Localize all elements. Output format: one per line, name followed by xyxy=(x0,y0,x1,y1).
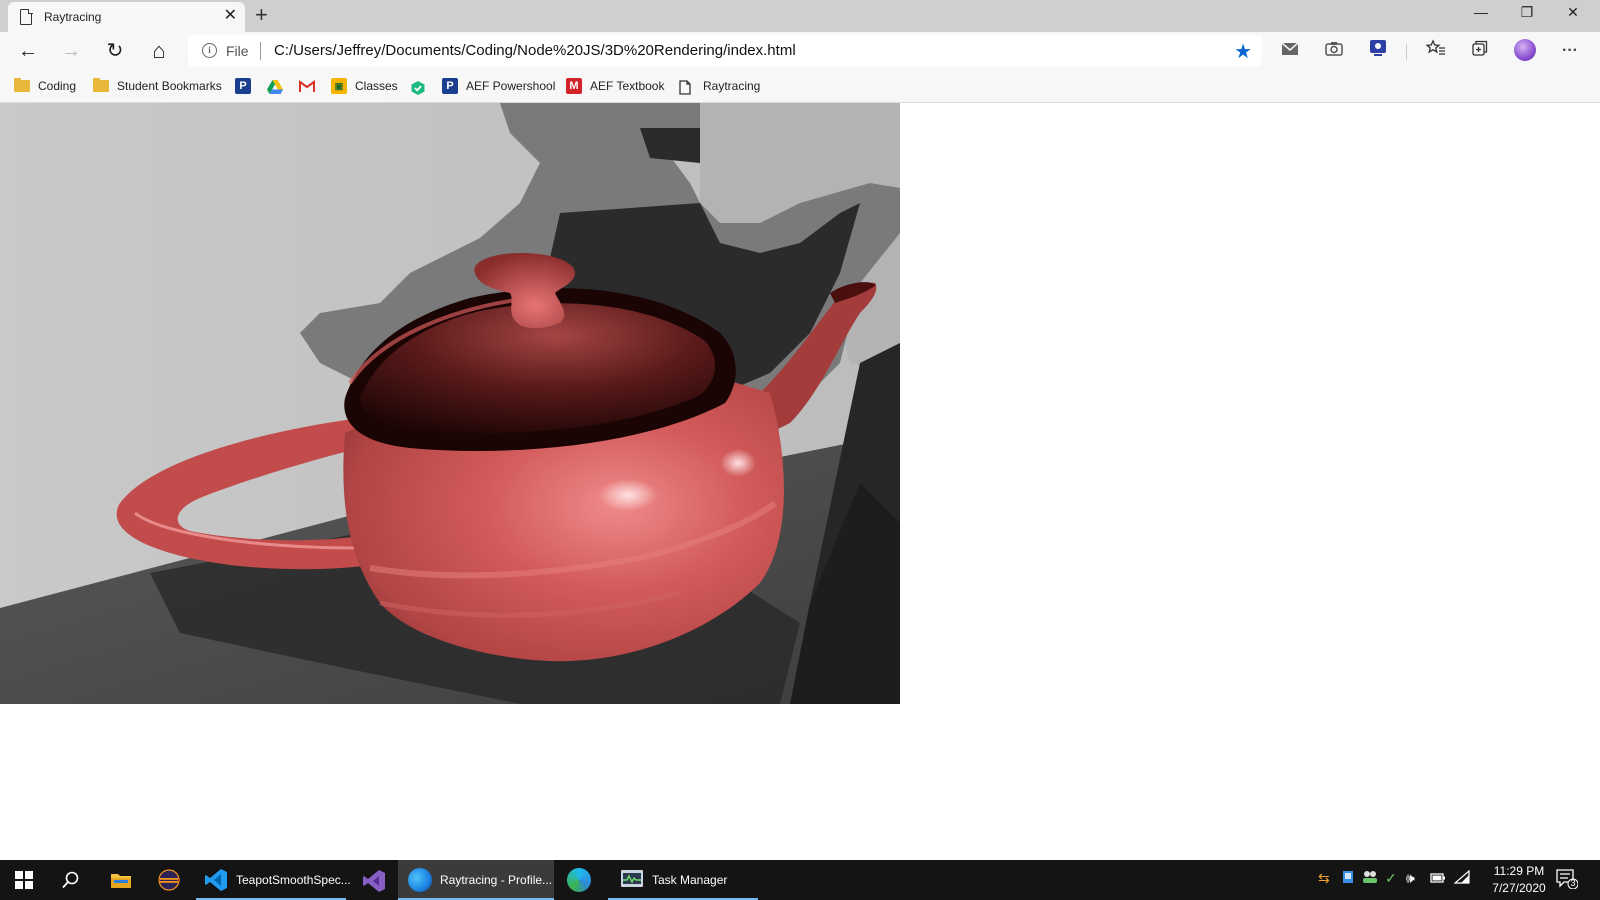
taskbar-app-label: Task Manager xyxy=(652,873,728,887)
bookmark-aef-textbook[interactable]: M AEF Textbook xyxy=(566,70,664,102)
notification-count: 3 xyxy=(1570,878,1576,888)
volume-icon[interactable]: 🕪 xyxy=(1406,870,1415,887)
specular-highlight-small xyxy=(720,449,756,477)
system-clock[interactable]: 11:29 PM 7/27/2020 xyxy=(1479,863,1559,897)
new-tab-button[interactable]: + xyxy=(255,3,268,27)
back-button[interactable]: ← xyxy=(14,38,42,64)
clock-time: 11:29 PM xyxy=(1493,864,1545,878)
classroom-icon: ▣ xyxy=(331,78,347,94)
camera-icon[interactable] xyxy=(1322,39,1346,63)
battery-icon[interactable] xyxy=(1430,870,1446,886)
vscode-icon xyxy=(204,868,228,892)
task-manager-icon xyxy=(620,868,644,892)
url-text[interactable]: C:/Users/Jeffrey/Documents/Coding/Node%2… xyxy=(274,42,796,59)
bookmark-label: AEF Powershool xyxy=(466,79,556,93)
more-menu-button[interactable]: ··· xyxy=(1558,39,1582,63)
tab-strip: Raytracing ✕ + — ❐ ✕ xyxy=(0,0,1600,32)
bookmark-label: Coding xyxy=(38,79,77,93)
taskbar-app-task-manager[interactable]: Task Manager xyxy=(608,860,758,900)
bookmark-green-app[interactable] xyxy=(410,70,434,102)
page-icon xyxy=(20,8,33,25)
gmail-icon xyxy=(299,80,315,92)
green-app-icon xyxy=(410,80,426,95)
bookmark-raytracing[interactable]: Raytracing xyxy=(679,70,760,102)
bookmark-label: Classes xyxy=(355,79,398,93)
browser-toolbar: ← → ↻ ⌂ i File C:/Users/Jeffrey/Document… xyxy=(0,32,1600,70)
bookmark-gmail[interactable] xyxy=(299,70,323,102)
tray-arrows-icon[interactable]: ⇆ xyxy=(1318,870,1330,887)
bookmark-coding[interactable]: Coding xyxy=(14,70,76,102)
minimize-button[interactable]: — xyxy=(1458,2,1504,22)
page-content xyxy=(0,103,1600,860)
bookmark-aef-powershool[interactable]: P AEF Powershool xyxy=(442,70,555,102)
raytraced-teapot-canvas xyxy=(0,103,900,704)
bookmark-student-bookmarks[interactable]: Student Bookmarks xyxy=(93,70,222,102)
bookmark-label: AEF Textbook xyxy=(590,79,665,93)
screen-share-icon[interactable] xyxy=(1366,39,1390,63)
taskbar-app-label: TeapotSmoothSpec... xyxy=(236,873,351,887)
restore-button[interactable]: ❐ xyxy=(1504,2,1550,22)
bookmark-label: Student Bookmarks xyxy=(117,79,222,93)
home-button[interactable]: ⌂ xyxy=(145,38,173,64)
taskbar-app-vscode[interactable]: TeapotSmoothSpec... xyxy=(196,860,354,900)
specular-highlight xyxy=(598,479,658,511)
folder-icon xyxy=(14,78,30,92)
forward-button[interactable]: → xyxy=(57,38,85,64)
tray-people-icon[interactable] xyxy=(1362,870,1378,887)
pearson-icon: P xyxy=(235,78,251,94)
toolbar-divider xyxy=(1406,44,1407,60)
bookmark-label: Raytracing xyxy=(703,79,761,93)
edge-beta-icon xyxy=(408,868,432,892)
tab-raytracing[interactable]: Raytracing ✕ xyxy=(8,2,245,32)
windows-start-icon[interactable] xyxy=(15,871,33,892)
tray-monitor-icon[interactable] xyxy=(1342,870,1354,887)
page-icon xyxy=(679,80,695,95)
edge-icon[interactable] xyxy=(567,868,591,892)
visual-studio-icon[interactable] xyxy=(362,869,386,896)
url-scheme-label: File xyxy=(226,43,249,59)
info-icon[interactable]: i xyxy=(202,43,217,58)
clock-date: 7/27/2020 xyxy=(1492,881,1546,895)
wifi-icon[interactable] xyxy=(1453,869,1470,887)
notification-center-icon[interactable]: 3 xyxy=(1556,869,1579,890)
favorite-star-icon[interactable]: ★ xyxy=(1234,39,1252,64)
folder-icon xyxy=(93,78,109,92)
refresh-button[interactable]: ↻ xyxy=(101,38,129,64)
taskbar-app-label: Raytracing - Profile... xyxy=(440,873,553,887)
google-drive-icon xyxy=(267,80,283,94)
window-close-button[interactable]: ✕ xyxy=(1550,2,1596,22)
windows-taskbar: TeapotSmoothSpec... Raytracing - Profile… xyxy=(0,860,1600,900)
mcgraw-hill-icon: M xyxy=(566,78,582,94)
file-explorer-icon[interactable] xyxy=(110,870,132,893)
address-divider xyxy=(260,42,261,60)
mail-icon[interactable] xyxy=(1278,39,1302,63)
pearson-icon: P xyxy=(442,78,458,94)
tab-title: Raytracing xyxy=(44,10,102,24)
bookmark-google-drive[interactable] xyxy=(267,70,291,102)
bookmark-classes[interactable]: ▣ Classes xyxy=(331,70,398,102)
taskbar-app-edge-beta[interactable]: Raytracing - Profile... xyxy=(398,860,554,900)
profile-avatar[interactable] xyxy=(1514,39,1536,61)
bookmark-pearson[interactable]: P xyxy=(235,70,259,102)
address-bar[interactable]: i File C:/Users/Jeffrey/Documents/Coding… xyxy=(188,35,1262,67)
collections-icon[interactable] xyxy=(1468,39,1492,63)
tab-close-button[interactable]: ✕ xyxy=(224,7,237,25)
favorites-icon[interactable] xyxy=(1424,39,1448,63)
tray-sync-icon[interactable]: ✓ xyxy=(1385,870,1397,887)
bookmarks-bar: Coding Student Bookmarks P ▣ Classes P A… xyxy=(0,70,1600,103)
eclipse-icon[interactable] xyxy=(158,869,180,894)
search-icon[interactable] xyxy=(62,871,80,892)
